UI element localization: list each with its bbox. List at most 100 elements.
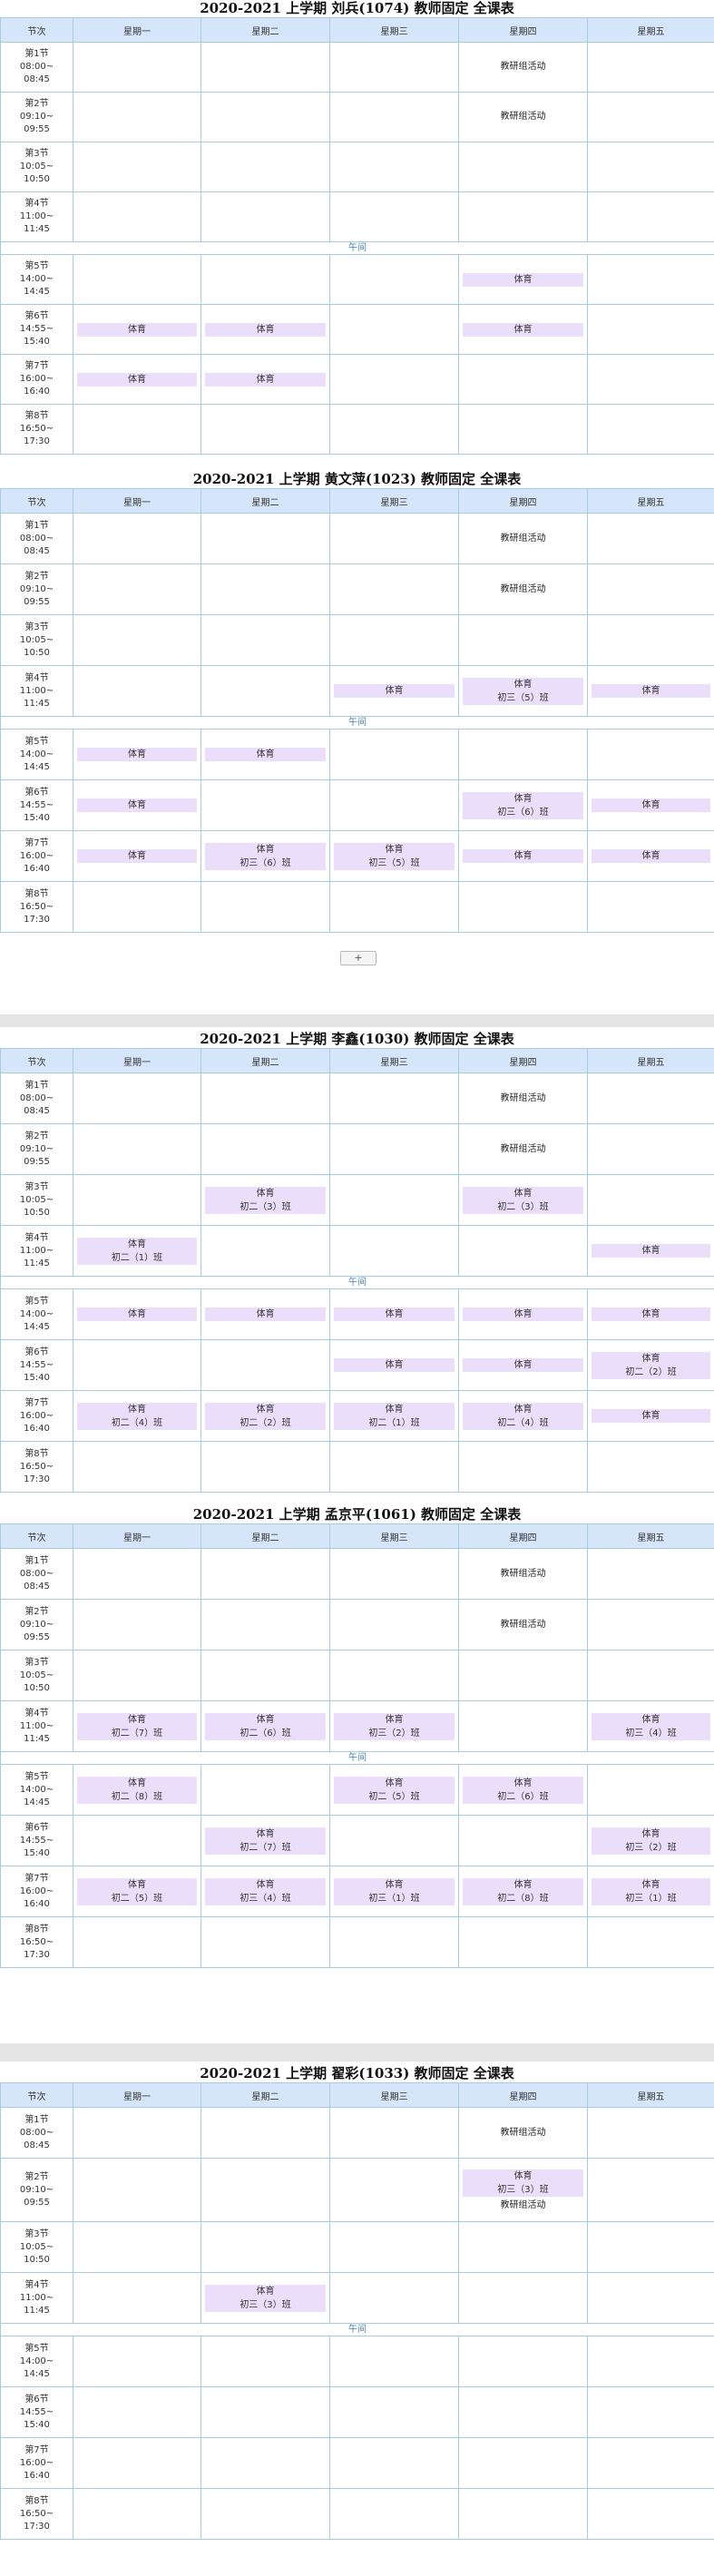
schedule-cell[interactable] bbox=[329, 563, 459, 615]
schedule-cell[interactable]: 体育 bbox=[73, 1288, 201, 1340]
schedule-cell[interactable] bbox=[201, 2336, 330, 2387]
schedule-cell[interactable]: 体育 bbox=[73, 779, 201, 831]
schedule-cell[interactable]: 体育 bbox=[458, 1339, 588, 1391]
schedule-cell[interactable]: 体育 初二（7）班 bbox=[73, 1700, 201, 1752]
schedule-cell[interactable]: 体育 初三（2）班 bbox=[587, 1815, 714, 1866]
schedule-cell[interactable] bbox=[73, 1174, 201, 1226]
schedule-cell[interactable] bbox=[458, 1700, 588, 1752]
schedule-cell[interactable]: 体育 bbox=[73, 830, 201, 882]
lesson-block[interactable]: 体育 bbox=[463, 849, 583, 863]
schedule-cell[interactable] bbox=[201, 254, 330, 305]
schedule-cell[interactable] bbox=[73, 665, 201, 717]
schedule-cell[interactable]: 教研组活动 bbox=[458, 1123, 588, 1175]
lesson-block[interactable]: 体育 bbox=[463, 272, 583, 287]
schedule-cell[interactable] bbox=[329, 42, 459, 93]
schedule-cell[interactable] bbox=[329, 1548, 459, 1600]
schedule-cell[interactable] bbox=[329, 1599, 459, 1650]
schedule-cell[interactable] bbox=[329, 1174, 459, 1226]
schedule-cell[interactable] bbox=[587, 1441, 714, 1493]
schedule-cell[interactable] bbox=[587, 2158, 714, 2222]
lesson-block[interactable]: 体育 初三（5）班 bbox=[334, 842, 455, 870]
schedule-cell[interactable] bbox=[329, 614, 459, 666]
schedule-cell[interactable] bbox=[201, 191, 330, 242]
schedule-cell[interactable]: 体育 bbox=[587, 779, 714, 831]
schedule-cell[interactable]: 体育 bbox=[587, 1390, 714, 1442]
schedule-cell[interactable] bbox=[587, 2107, 714, 2159]
schedule-cell[interactable] bbox=[587, 729, 714, 780]
schedule-cell[interactable] bbox=[587, 513, 714, 564]
schedule-cell[interactable] bbox=[587, 2386, 714, 2438]
schedule-cell[interactable] bbox=[73, 1916, 201, 1968]
schedule-cell[interactable] bbox=[329, 1225, 459, 1277]
schedule-cell[interactable] bbox=[587, 1548, 714, 1600]
lesson-block[interactable]: 体育 初二（5）班 bbox=[334, 1776, 455, 1804]
schedule-cell[interactable] bbox=[201, 881, 330, 933]
schedule-cell[interactable] bbox=[587, 254, 714, 305]
schedule-cell[interactable] bbox=[329, 2158, 459, 2222]
schedule-cell[interactable] bbox=[587, 881, 714, 933]
schedule-cell[interactable] bbox=[329, 2107, 459, 2159]
schedule-cell[interactable] bbox=[587, 354, 714, 405]
lesson-block[interactable]: 体育 初二（4）班 bbox=[463, 1402, 583, 1430]
lesson-block[interactable]: 体育 bbox=[592, 1409, 710, 1423]
lesson-block[interactable]: 体育 初三（6）班 bbox=[205, 842, 326, 870]
schedule-cell[interactable] bbox=[73, 1599, 201, 1650]
schedule-cell[interactable] bbox=[587, 1916, 714, 1968]
schedule-cell[interactable]: 教研组活动 bbox=[458, 563, 588, 615]
lesson-block[interactable]: 体育 bbox=[334, 684, 455, 698]
schedule-cell[interactable] bbox=[201, 2488, 330, 2540]
schedule-cell[interactable] bbox=[201, 1073, 330, 1124]
schedule-cell[interactable] bbox=[73, 513, 201, 564]
schedule-cell[interactable]: 教研组活动 bbox=[458, 1548, 588, 1600]
schedule-cell[interactable]: 教研组活动 bbox=[458, 1073, 588, 1124]
schedule-cell[interactable]: 体育 初三（6）班 bbox=[458, 779, 588, 831]
schedule-cell[interactable] bbox=[587, 1599, 714, 1650]
schedule-cell[interactable] bbox=[201, 1599, 330, 1650]
schedule-cell[interactable] bbox=[329, 1073, 459, 1124]
schedule-cell[interactable] bbox=[73, 1441, 201, 1493]
schedule-cell[interactable] bbox=[73, 1815, 201, 1866]
schedule-cell[interactable] bbox=[329, 2336, 459, 2387]
schedule-cell[interactable] bbox=[329, 404, 459, 455]
schedule-cell[interactable]: 体育 bbox=[587, 830, 714, 882]
schedule-cell[interactable] bbox=[329, 779, 459, 831]
schedule-cell[interactable]: 体育 bbox=[458, 304, 588, 355]
schedule-cell[interactable] bbox=[201, 614, 330, 666]
schedule-cell[interactable] bbox=[201, 92, 330, 142]
lesson-block[interactable]: 体育 bbox=[592, 1308, 710, 1321]
schedule-cell[interactable] bbox=[73, 1073, 201, 1124]
schedule-cell[interactable] bbox=[73, 2488, 201, 2540]
schedule-cell[interactable]: 体育 初二（6）班 bbox=[458, 1764, 588, 1816]
schedule-cell[interactable] bbox=[201, 1441, 330, 1493]
schedule-cell[interactable]: 体育 初二（8）班 bbox=[73, 1764, 201, 1816]
schedule-cell[interactable] bbox=[587, 2272, 714, 2324]
schedule-cell[interactable] bbox=[73, 142, 201, 192]
schedule-cell[interactable]: 体育 bbox=[458, 1288, 588, 1340]
schedule-cell[interactable] bbox=[329, 254, 459, 305]
schedule-cell[interactable] bbox=[73, 42, 201, 93]
schedule-cell[interactable] bbox=[458, 1916, 588, 1968]
schedule-cell[interactable]: 体育 初二（4）班 bbox=[73, 1390, 201, 1442]
schedule-cell[interactable] bbox=[201, 1123, 330, 1175]
schedule-cell[interactable]: 体育 初二（4）班 bbox=[458, 1390, 588, 1442]
schedule-cell[interactable] bbox=[587, 1073, 714, 1124]
schedule-cell[interactable]: 体育 初三（6）班 bbox=[201, 830, 330, 882]
schedule-cell[interactable]: 体育 bbox=[201, 729, 330, 780]
schedule-cell[interactable] bbox=[458, 2221, 588, 2273]
lesson-block[interactable]: 体育 初二（1）班 bbox=[334, 1402, 455, 1430]
schedule-cell[interactable]: 体育 bbox=[201, 304, 330, 355]
schedule-cell[interactable]: 体育 初三（3）班 bbox=[201, 2272, 330, 2324]
schedule-cell[interactable] bbox=[329, 2221, 459, 2273]
schedule-cell[interactable] bbox=[587, 142, 714, 192]
schedule-cell[interactable]: 体育 初二（6）班 bbox=[201, 1700, 330, 1752]
lesson-block[interactable]: 体育 初二（5）班 bbox=[77, 1877, 197, 1905]
schedule-cell[interactable] bbox=[329, 142, 459, 192]
schedule-cell[interactable] bbox=[329, 354, 459, 405]
schedule-cell[interactable] bbox=[458, 1650, 588, 1701]
lesson-block[interactable]: 体育 初二（2）班 bbox=[205, 1402, 326, 1430]
schedule-cell[interactable] bbox=[458, 1815, 588, 1866]
schedule-cell[interactable]: 教研组活动 bbox=[458, 92, 588, 142]
schedule-cell[interactable] bbox=[329, 881, 459, 933]
schedule-cell[interactable] bbox=[458, 881, 588, 933]
schedule-cell[interactable] bbox=[73, 1650, 201, 1701]
